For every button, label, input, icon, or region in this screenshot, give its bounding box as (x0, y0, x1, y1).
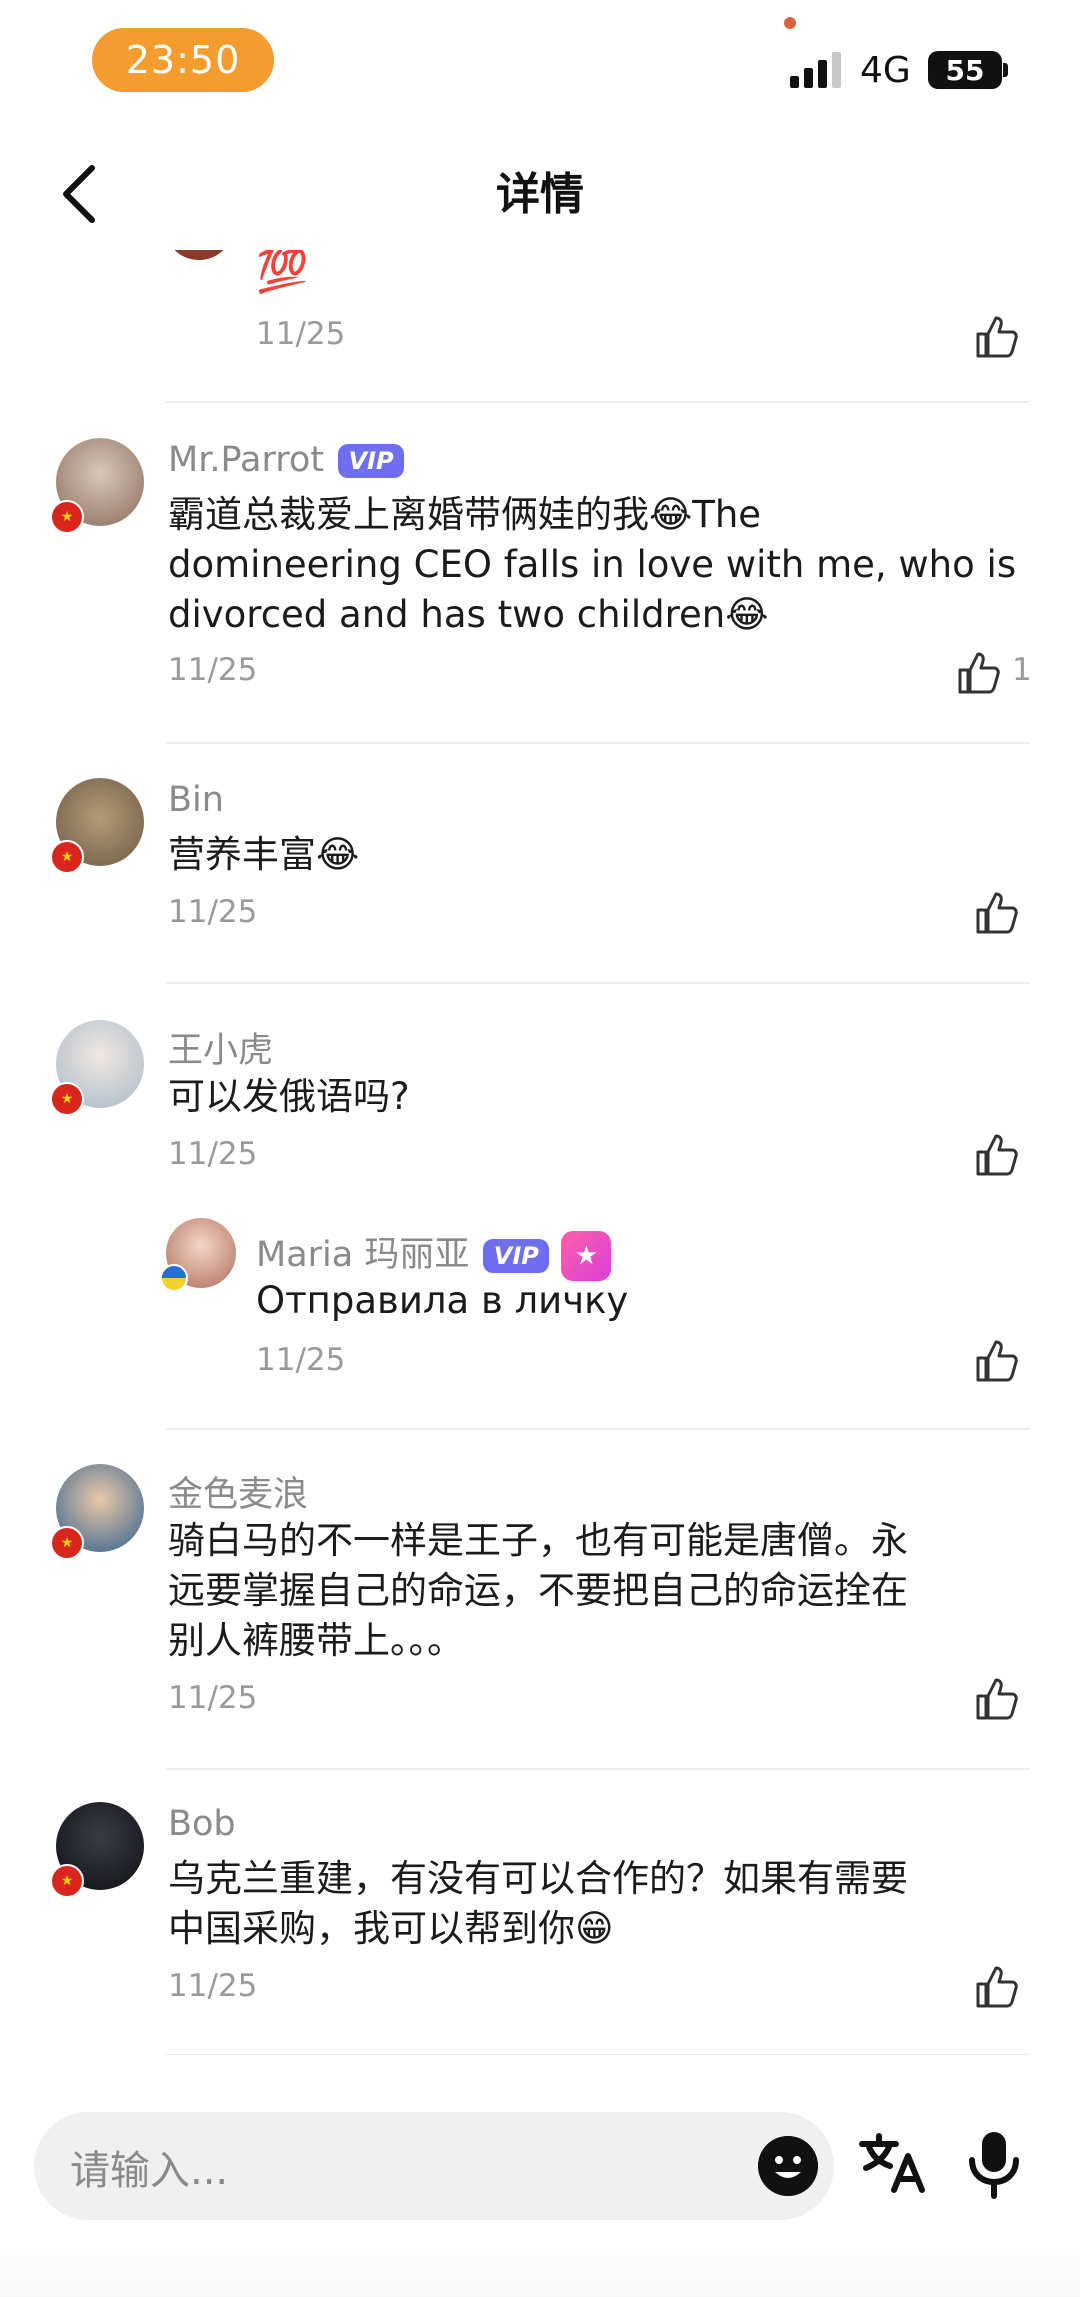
divider (166, 2054, 1030, 2055)
flag-icon: ★ (50, 840, 84, 874)
thumbs-up-icon[interactable] (956, 650, 1002, 696)
flag-icon: ★ (50, 500, 84, 534)
home-indicator-area (0, 2245, 1080, 2297)
battery-tip (1003, 63, 1008, 77)
page-title: 详情 (496, 169, 584, 220)
comment-author[interactable]: Bob (168, 1804, 236, 1844)
comment-text: 💯 (256, 250, 309, 295)
divider (166, 1428, 1030, 1430)
comment-author[interactable]: Mr.Parrot VIP (168, 440, 405, 480)
comment-text-line: 别人裤腰带上。。。 (168, 1619, 464, 1662)
comment-text: 霸道总裁爱上离婚带俩娃的我😂The domineering CEO falls … (168, 490, 1048, 640)
comment-date: 11/25 (256, 316, 346, 352)
signal-icon (790, 52, 841, 88)
flag-icon: ★ (50, 1082, 84, 1116)
reply-text: Отправила в личку (256, 1279, 629, 1322)
status-bar: 23:50 4G 55 (0, 0, 1080, 150)
divider (166, 1768, 1030, 1770)
comment-author[interactable]: 王小虎 (168, 1022, 273, 1073)
smile-icon[interactable] (758, 2136, 818, 2196)
thumbs-up-icon[interactable] (974, 1132, 1020, 1178)
translate-icon[interactable] (858, 2130, 928, 2196)
comment-text-line: 远要掌握自己的命运，不要把自己的命运拴在 (168, 1569, 908, 1612)
comment-text-line: 中国采购，我可以帮到你😁 (168, 1907, 614, 1950)
comment-input-placeholder[interactable]: 请输入... (70, 2138, 228, 2196)
thumbs-up-icon[interactable] (974, 314, 1020, 360)
thumbs-up-icon[interactable] (974, 1676, 1020, 1722)
divider (166, 401, 1030, 403)
network-type: 4G (860, 50, 911, 91)
star-badge-icon: ★ (561, 1231, 612, 1281)
comment-text-line: divorced and has two children😂 (168, 593, 769, 636)
comment-date: 11/25 (168, 1136, 258, 1172)
comment-text-line: domineering CEO falls in love with me, w… (168, 543, 1017, 586)
comment-date: 11/25 (168, 1680, 258, 1716)
avatar[interactable] (164, 250, 234, 260)
comment-date: 11/25 (168, 894, 258, 930)
flag-icon: ★ (50, 1864, 84, 1898)
comment-text-line: 乌克兰重建，有没有可以合作的？如果有需要 (168, 1857, 908, 1900)
comment-text-line: 骑白马的不一样是王子，也有可能是唐僧。永 (168, 1519, 908, 1562)
like-count: 1 (1012, 652, 1032, 688)
comment-text: 营养丰富😂 (168, 833, 360, 876)
recording-dot (784, 17, 796, 29)
comment-text: 骑白马的不一样是王子，也有可能是唐僧。永 远要掌握自己的命运，不要把自己的命运拴… (168, 1516, 1048, 1666)
thumbs-up-icon[interactable] (974, 890, 1020, 936)
reply-date: 11/25 (256, 1342, 346, 1378)
thumbs-up-icon[interactable] (974, 1338, 1020, 1384)
comment-text: 乌克兰重建，有没有可以合作的？如果有需要 中国采购，我可以帮到你😁 (168, 1854, 1048, 1954)
flag-icon (160, 1264, 188, 1292)
comment-list[interactable]: 💯 11/25 ★ Mr.Parrot VIP 霸道总裁爱上离婚带俩娃的我😂The… (0, 250, 1080, 2055)
divider (166, 742, 1030, 744)
vip-badge: VIP (483, 1239, 550, 1273)
comment-date: 11/25 (168, 652, 258, 688)
reply-author[interactable]: Maria 玛丽亚 VIP ★ (256, 1226, 612, 1281)
divider (166, 982, 1030, 984)
comment-text-line: 霸道总裁爱上离婚带俩娃的我😂The (168, 493, 762, 536)
comment-date: 11/25 (168, 1968, 258, 2004)
battery-indicator: 55 (928, 51, 1002, 89)
status-time: 23:50 (92, 28, 274, 92)
comment-author[interactable]: 金色麦浪 (168, 1466, 308, 1517)
flag-icon: ★ (50, 1526, 84, 1560)
comment-text: 可以发俄语吗? (168, 1075, 410, 1118)
microphone-icon[interactable] (964, 2130, 1024, 2200)
comment-author[interactable]: Bin (168, 780, 224, 820)
thumbs-up-icon[interactable] (974, 1964, 1020, 2010)
vip-badge: VIP (338, 444, 405, 478)
